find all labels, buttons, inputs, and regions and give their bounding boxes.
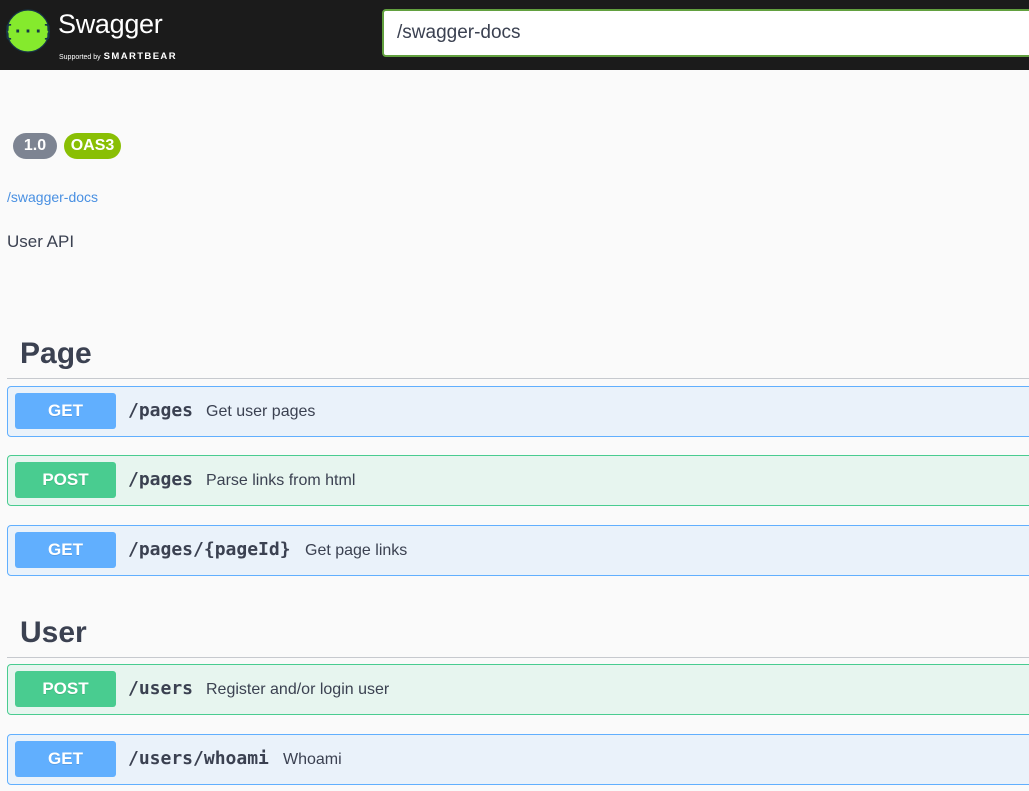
- operation-path: /pages: [128, 469, 194, 490]
- topbar: {···} Swagger Supported bySMARTBEAR: [0, 0, 1029, 70]
- operation-summary: Parse links from html: [206, 472, 356, 489]
- swagger-logo-icon: {···}: [6, 9, 50, 53]
- method-badge: POST: [15, 462, 116, 498]
- operation-path: /pages/{pageId}: [128, 539, 291, 560]
- logo-brand-text: SMARTBEAR: [103, 51, 177, 62]
- operation-post-pages[interactable]: POST /pages Parse links from html: [7, 455, 1029, 506]
- operation-get-page-links[interactable]: GET /pages/{pageId} Get page links: [7, 525, 1029, 576]
- logo-subtitle: Supported by SMARTBEAR: [59, 46, 177, 64]
- method-badge: GET: [15, 532, 116, 568]
- spec-url-input[interactable]: [382, 9, 1029, 57]
- svg-text:{···}: {···}: [6, 22, 50, 42]
- operation-summary: Get user pages: [206, 403, 316, 420]
- operation-summary: Get page links: [305, 542, 408, 559]
- operation-path: /users: [128, 678, 194, 699]
- operation-post-users[interactable]: POST /users Register and/or login user: [7, 664, 1029, 715]
- operation-summary: Whoami: [283, 751, 342, 768]
- operation-summary: Register and/or login user: [206, 681, 390, 698]
- method-badge: GET: [15, 393, 116, 429]
- tag-name: Page: [20, 337, 92, 370]
- method-badge: POST: [15, 671, 116, 707]
- logo-supported-text: Supported by: [59, 54, 101, 61]
- version-badge: 1.0: [13, 133, 57, 159]
- logo-title: Swagger: [58, 9, 163, 39]
- tag-heading-page[interactable]: Page: [7, 333, 1029, 379]
- operation-get-whoami[interactable]: GET /users/whoami Whoami: [7, 734, 1029, 785]
- swagger-logo[interactable]: {···} Swagger Supported bySMARTBEAR: [6, 9, 196, 64]
- operation-path: /pages: [128, 400, 194, 421]
- tag-name: User: [20, 616, 87, 649]
- oas-badge: OAS3: [64, 133, 121, 159]
- operation-path: /users/whoami: [128, 748, 269, 769]
- method-badge: GET: [15, 741, 116, 777]
- base-url-link[interactable]: /swagger-docs: [7, 189, 98, 205]
- tag-heading-user[interactable]: User: [7, 612, 1029, 658]
- api-description: User API: [7, 232, 75, 251]
- operation-get-pages[interactable]: GET /pages Get user pages: [7, 386, 1029, 437]
